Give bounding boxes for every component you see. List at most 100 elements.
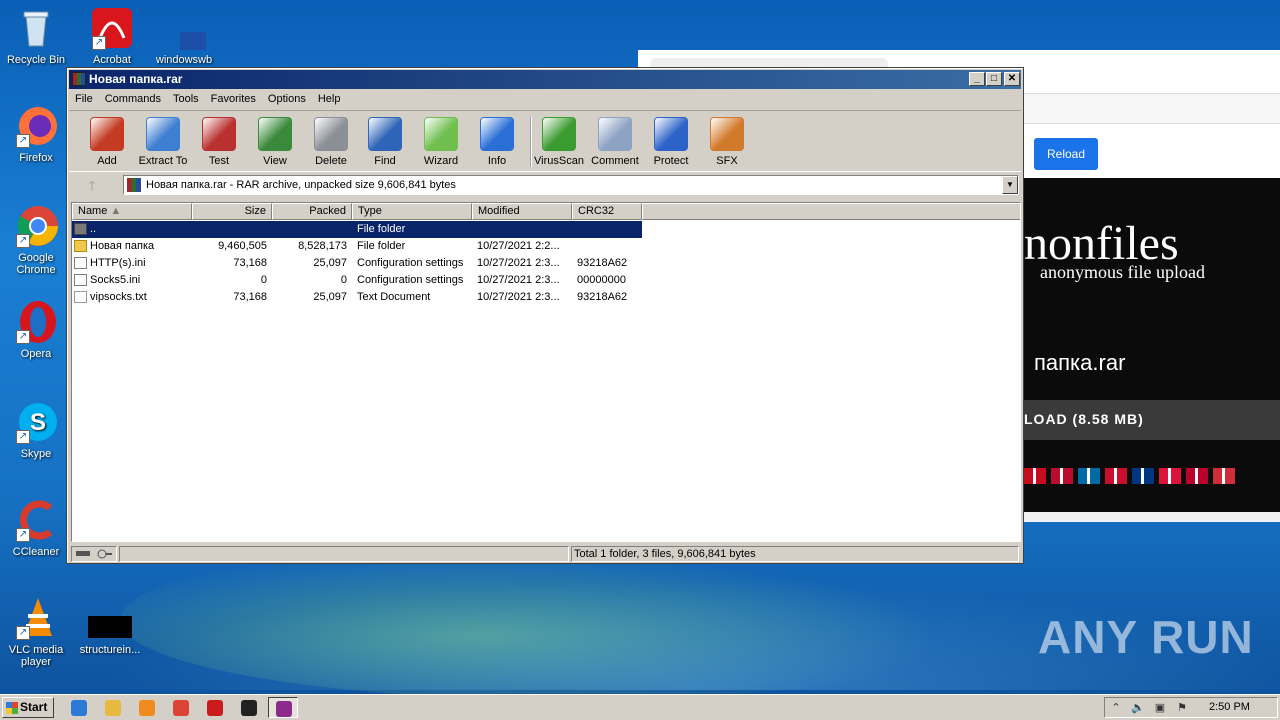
desktop-icon-label: Skype <box>20 448 52 460</box>
file-crc-cell <box>572 221 642 238</box>
language-flag-icon[interactable] <box>1159 468 1181 484</box>
toolbar-button-label: SFX <box>716 155 738 167</box>
language-flag-icon[interactable] <box>1132 468 1154 484</box>
taskbar-app-button[interactable] <box>268 697 298 718</box>
toolbar-button-wizard[interactable]: Wizard <box>413 115 469 171</box>
minimize-button[interactable]: _ <box>969 72 985 86</box>
volume-icon[interactable]: 🔈 <box>1131 701 1145 715</box>
desktop-icon-windowswb[interactable]: windowswb <box>148 6 224 66</box>
file-name-cell: vipsocks.txt <box>72 289 192 306</box>
desktop-icon-structurein[interactable]: structurein... <box>74 596 146 656</box>
close-button[interactable]: ✕ <box>1004 72 1020 86</box>
toolbar-button-label: Extract To <box>138 155 188 167</box>
file-type-cell: Configuration settings <box>357 257 464 269</box>
file-row[interactable]: vipsocks.txt 73,168 25,097 Text Document 10/… <box>72 289 642 306</box>
toolbar-button-comment[interactable]: Comment <box>587 115 643 171</box>
menu-file[interactable]: File <box>69 90 99 108</box>
language-flag-icon[interactable] <box>1186 468 1208 484</box>
toolbar-button-protect[interactable]: Protect <box>643 115 699 171</box>
desktop-icon-label: structurein... <box>79 644 141 656</box>
taskbar-app-button[interactable] <box>200 697 230 718</box>
shortcut-arrow-icon: ↗ <box>16 430 30 444</box>
file-modified-cell: 10/27/2021 2:3... <box>477 291 560 303</box>
file-list[interactable]: Name ▲ Size Packed Type Modified CRC32 .… <box>71 202 1021 542</box>
toolbar-button-label: VirusScan <box>534 155 584 167</box>
file-modified-cell: 10/27/2021 2:3... <box>477 257 560 269</box>
column-header-packed[interactable]: Packed <box>272 203 352 220</box>
clock[interactable]: 2:50 PM <box>1209 698 1250 717</box>
up-one-level-button[interactable]: 🡑 <box>77 177 107 195</box>
file-name: Socks5.ini <box>90 274 141 286</box>
desktop-icon-opera[interactable]: ↗ Opera <box>0 300 72 360</box>
window-titlebar[interactable]: Новая папка.rar <box>69 70 1021 89</box>
watermark: ANY RUN <box>1038 611 1254 663</box>
desktop-icon-firefox[interactable]: ↗ Firefox <box>0 104 72 164</box>
tray-expand-icon[interactable]: ⌃ <box>1109 701 1123 715</box>
desktop-icon-ccleaner[interactable]: ↗ CCleaner <box>0 498 72 558</box>
reload-button[interactable]: Reload <box>1034 138 1098 170</box>
column-header-empty <box>642 203 1020 220</box>
desktop-icon-recycle-bin[interactable]: Recycle Bin <box>0 6 72 66</box>
shortcut-arrow-icon: ↗ <box>92 36 106 50</box>
toolbar-button-view[interactable]: View <box>247 115 303 171</box>
archive-path-field[interactable]: Новая папка.rar - RAR archive, unpacked … <box>123 175 1019 195</box>
column-header-crc32[interactable]: CRC32 <box>572 203 642 220</box>
status-bar: Total 1 folder, 3 files, 9,606,841 bytes <box>69 546 1021 563</box>
taskbar-app-button[interactable] <box>98 697 128 718</box>
start-label: Start <box>20 700 48 714</box>
toolbar-button-add[interactable]: Add <box>79 115 135 171</box>
toolbar-button-find[interactable]: Find <box>357 115 413 171</box>
file-packed-cell: 25,097 <box>313 291 347 303</box>
file-row[interactable]: Новая папка 9,460,505 8,528,173 File folder… <box>72 238 642 255</box>
language-flag-icon[interactable] <box>1213 468 1235 484</box>
protect-shield-icon <box>654 117 688 151</box>
toolbar-button-info[interactable]: Info <box>469 115 525 171</box>
language-flag-icon[interactable] <box>1024 468 1046 484</box>
test-clipboard-icon <box>202 117 236 151</box>
action-center-flag-icon[interactable]: ⚑ <box>1175 701 1189 715</box>
file-name: vipsocks.txt <box>90 291 147 303</box>
maximize-button[interactable]: □ <box>986 72 1002 86</box>
column-header-type[interactable]: Type <box>352 203 472 220</box>
taskbar-app-button[interactable] <box>132 697 162 718</box>
file-type-cell: File folder <box>357 223 406 235</box>
toolbar-button-extract-to[interactable]: Extract To <box>135 115 191 171</box>
column-header-size[interactable]: Size <box>192 203 272 220</box>
toolbar-button-virusscan[interactable]: VirusScan <box>531 115 587 171</box>
svg-text:S: S <box>30 409 46 436</box>
desktop-icon-chrome[interactable]: ↗ Google Chrome <box>0 204 72 276</box>
start-button[interactable]: Start <box>2 697 54 718</box>
file-row[interactable]: .. File folder <box>72 221 642 238</box>
menu-help[interactable]: Help <box>312 90 347 108</box>
menu-commands[interactable]: Commands <box>99 90 167 108</box>
file-row[interactable]: Socks5.ini 0 0 Configuration settings 10/27/… <box>72 272 642 289</box>
toolbar-button-test[interactable]: Test <box>191 115 247 171</box>
menu-tools[interactable]: Tools <box>167 90 205 108</box>
column-header-modified[interactable]: Modified <box>472 203 572 220</box>
chevron-down-icon[interactable]: ▼ <box>1002 176 1018 194</box>
drive-icon[interactable] <box>71 546 117 562</box>
taskbar-app-button[interactable] <box>234 697 264 718</box>
toolbar-button-sfx[interactable]: SFX <box>699 115 755 171</box>
menu-favorites[interactable]: Favorites <box>205 90 262 108</box>
file-row[interactable]: HTTP(s).ini 73,168 25,097 Configuration set… <box>72 255 642 272</box>
language-flag-icon[interactable] <box>1051 468 1073 484</box>
language-flag-icon[interactable] <box>1078 468 1100 484</box>
download-label: LOAD (8.58 MB) <box>1024 411 1144 427</box>
language-flag-icon[interactable] <box>1105 468 1127 484</box>
taskbar: Start ⌃ 🔈 ▣ ⚑ 2:50 PM <box>0 694 1280 720</box>
menu-options[interactable]: Options <box>262 90 312 108</box>
desktop-icon-acrobat[interactable]: ↗ Acrobat <box>76 6 148 66</box>
winrar-window[interactable]: Новая папка.rar _ □ ✕ File Commands Tool… <box>66 67 1024 564</box>
file-crc-cell <box>572 238 642 255</box>
file-packed-cell: 25,097 <box>313 257 347 269</box>
toolbar-button-delete[interactable]: Delete <box>303 115 359 171</box>
taskbar-app-button[interactable] <box>166 697 196 718</box>
desktop-icon-skype[interactable]: S ↗ Skype <box>0 400 72 460</box>
column-header-name[interactable]: Name ▲ <box>72 203 192 220</box>
taskbar-app-button[interactable] <box>64 697 94 718</box>
network-icon[interactable]: ▣ <box>1153 701 1167 715</box>
desktop-icon-vlc[interactable]: ↗ VLC media player <box>0 596 72 668</box>
winrar-icon <box>72 72 86 86</box>
toolbar-button-label: Info <box>487 155 507 167</box>
